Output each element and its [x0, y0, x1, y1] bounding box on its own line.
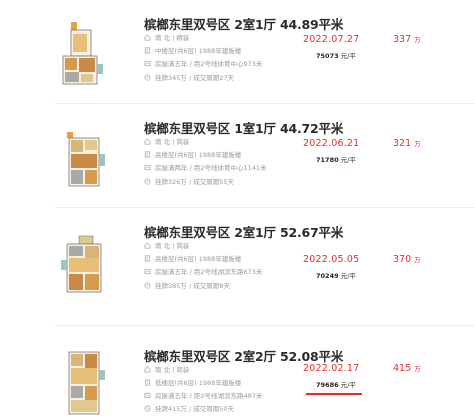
unit-price-value: 70249 [316, 272, 339, 280]
listing-info: 挂牌345万 / 成交周期27天 [144, 74, 234, 83]
unit-price-suffix: 元/平 [340, 52, 356, 60]
total-price-value: 370 [393, 254, 412, 265]
deal-date: 2022.06.21 [303, 138, 360, 149]
orientation-info: 南 北 | 简装 [144, 138, 189, 147]
floor-info: 低楼层(共6层) 1988年建板楼 [144, 379, 241, 388]
listing-title[interactable]: 槟榔东里双号区 2室1厅 44.89平米 [144, 14, 343, 33]
unit-price-value: 71780 [316, 156, 339, 164]
total-price-unit: 万 [414, 256, 421, 264]
floorplan-thumbnail[interactable] [57, 346, 111, 417]
listing-info: 挂牌326万 / 成交周期55天 [144, 178, 234, 187]
highlight-underline [306, 393, 362, 395]
building-icon [144, 47, 151, 54]
unit-price: 75073 元/平 [316, 50, 356, 60]
unit-price-value: 75073 [316, 52, 339, 60]
total-price-unit: 万 [414, 36, 421, 44]
listing-card[interactable]: 槟榔东里双号区 2室1厅 44.89平米 南 北 | 精装 中楼层(共6层) 1… [0, 0, 474, 104]
tag-icon [144, 268, 151, 275]
clock-icon [144, 405, 151, 412]
unit-price: 70249 元/平 [316, 270, 356, 280]
divider [55, 325, 474, 326]
orientation-text: 南 北 | 简装 [155, 366, 190, 374]
tag-icon [144, 60, 151, 67]
house-icon [144, 34, 151, 41]
listing-card[interactable]: 槟榔东里双号区 1室1厅 44.72平米 南 北 | 简装 高楼层(共6层) 1… [0, 104, 474, 208]
floorplan-thumbnail[interactable] [57, 20, 111, 92]
tags-info: 房屋满五年 / 距2号线湖滨东路487米 [144, 392, 262, 401]
house-icon [144, 138, 151, 145]
total-price: 337 万 [393, 34, 421, 45]
listing-title[interactable]: 槟榔东里双号区 1室1厅 44.72平米 [144, 118, 343, 137]
unit-price-suffix: 元/平 [340, 272, 356, 280]
tags-text: 房屋满五年 / 距2号线湖滨东路487米 [155, 392, 263, 400]
floorplan-thumbnail[interactable] [57, 124, 111, 196]
listing-info: 挂牌385万 / 成交周期8天 [144, 282, 230, 291]
total-price-value: 415 [393, 363, 412, 374]
total-price: 321 万 [393, 138, 421, 149]
total-price: 415 万 [393, 363, 421, 374]
unit-price-suffix: 元/平 [340, 156, 356, 164]
house-icon [144, 242, 151, 249]
total-price: 370 万 [393, 254, 421, 265]
floorplan-thumbnail[interactable] [57, 230, 111, 302]
total-price-unit: 万 [414, 365, 421, 373]
floor-info: 高楼层(共6层) 1988年建板楼 [144, 151, 241, 160]
tags-info: 房屋满五年 / 距2号线体育中心973米 [144, 60, 262, 69]
orientation-text: 南 北 | 精装 [155, 34, 190, 42]
listing-card[interactable]: 槟榔东里双号区 2室2厅 52.08平米 南 北 | 简装 低楼层(共6层) 1… [0, 334, 474, 417]
orientation-info: 南 北 | 精装 [144, 34, 189, 43]
orientation-info: 南 北 | 简装 [144, 242, 189, 251]
orientation-info: 南 北 | 简装 [144, 366, 189, 375]
building-icon [144, 151, 151, 158]
total-price-unit: 万 [414, 140, 421, 148]
deal-date: 2022.07.27 [303, 34, 360, 45]
tags-text: 房屋满五年 / 距2号线体育中心973米 [155, 60, 263, 68]
building-icon [144, 255, 151, 262]
clock-icon [144, 178, 151, 185]
orientation-text: 南 北 | 简装 [155, 242, 190, 250]
total-price-value: 321 [393, 138, 412, 149]
unit-price-suffix: 元/平 [340, 381, 356, 389]
clock-icon [144, 74, 151, 81]
listing-info: 挂牌415万 / 成交周期50天 [144, 405, 234, 414]
unit-price: 79686 元/平 [316, 379, 356, 389]
floor-text: 低楼层(共6层) 1988年建板楼 [155, 379, 242, 387]
listing-text: 挂牌345万 / 成交周期27天 [155, 74, 234, 82]
tag-icon [144, 164, 151, 171]
tag-icon [144, 392, 151, 399]
floor-info: 高楼层(共6层) 1988年建板楼 [144, 255, 241, 264]
floor-text: 高楼层(共6层) 1988年建板楼 [155, 151, 242, 159]
listing-text: 挂牌385万 / 成交周期8天 [155, 282, 230, 290]
building-icon [144, 379, 151, 386]
floor-info: 中楼层(共6层) 1988年建板楼 [144, 47, 241, 56]
floor-text: 高楼层(共6层) 1988年建板楼 [155, 255, 242, 263]
house-icon [144, 366, 151, 373]
listing-title[interactable]: 槟榔东里双号区 2室1厅 52.67平米 [144, 222, 343, 241]
unit-price-value: 79686 [316, 381, 339, 389]
unit-price: 71780 元/平 [316, 154, 356, 164]
deal-date: 2022.05.05 [303, 254, 360, 265]
total-price-value: 337 [393, 34, 412, 45]
clock-icon [144, 282, 151, 289]
tags-info: 房屋满两年 / 距2号线体育中心1141米 [144, 164, 267, 173]
listing-text: 挂牌415万 / 成交周期50天 [155, 405, 234, 413]
tags-text: 房屋满五年 / 距2号线湖滨东路673米 [155, 268, 263, 276]
listing-text: 挂牌326万 / 成交周期55天 [155, 178, 234, 186]
deal-date: 2022.02.17 [303, 363, 360, 374]
tags-text: 房屋满两年 / 距2号线体育中心1141米 [155, 164, 267, 172]
floor-text: 中楼层(共6层) 1988年建板楼 [155, 47, 242, 55]
orientation-text: 南 北 | 简装 [155, 138, 190, 146]
tags-info: 房屋满五年 / 距2号线湖滨东路673米 [144, 268, 262, 277]
listing-card[interactable]: 槟榔东里双号区 2室1厅 52.67平米 南 北 | 简装 高楼层(共6层) 1… [0, 208, 474, 312]
